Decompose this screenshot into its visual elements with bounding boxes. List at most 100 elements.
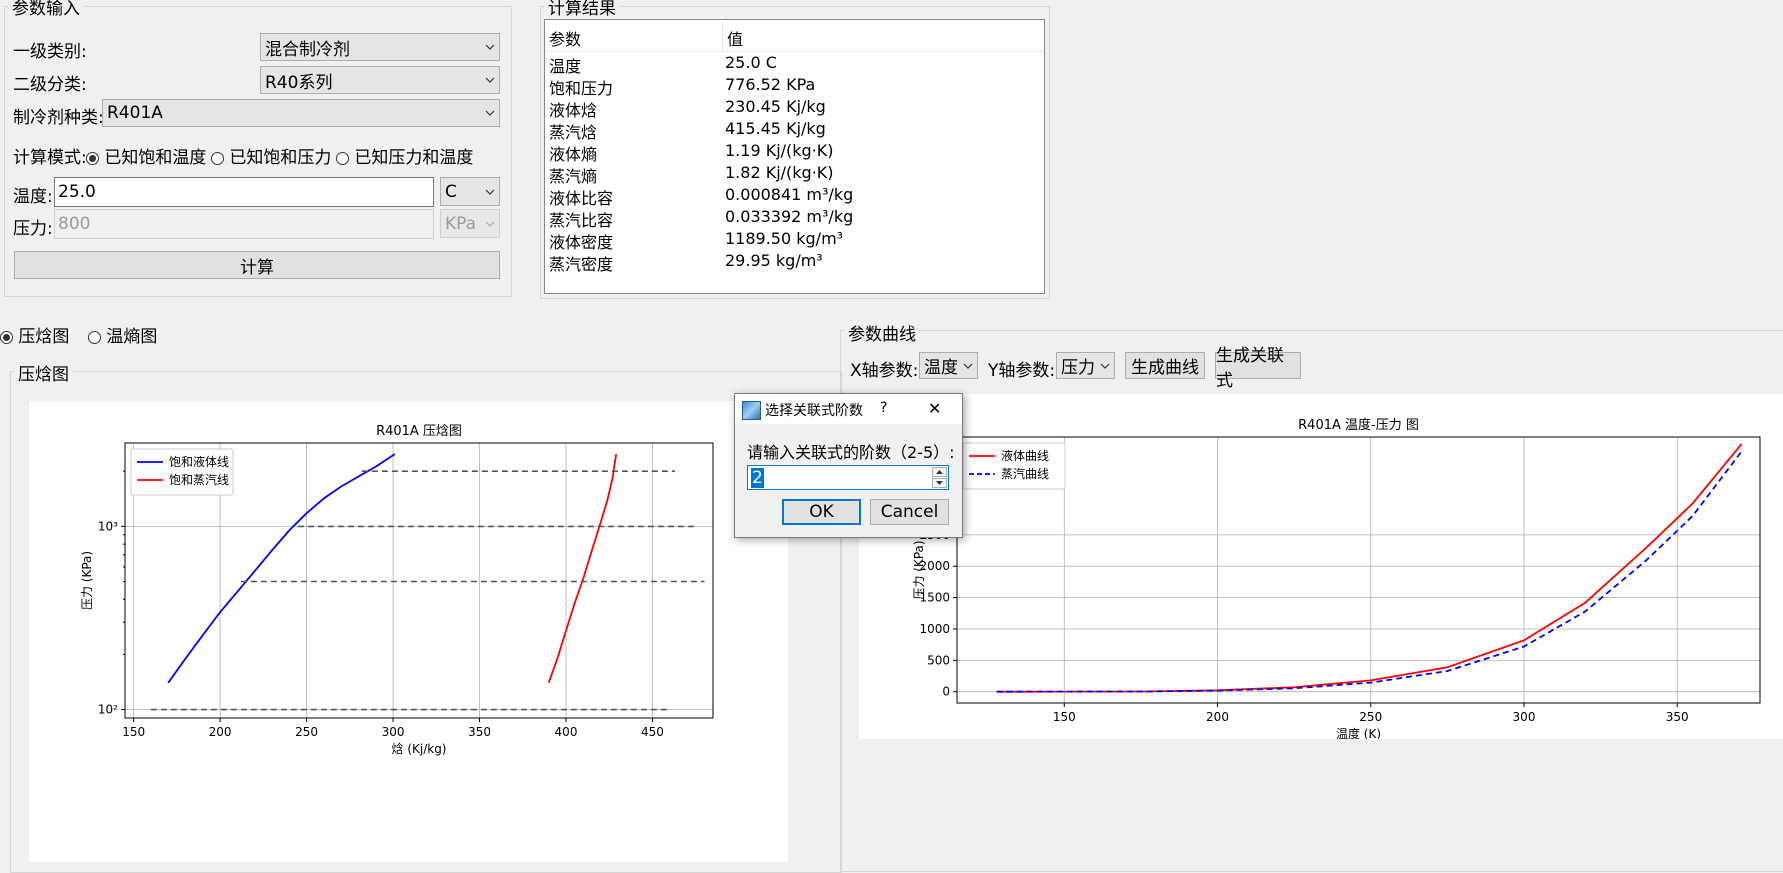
order-value: 2 xyxy=(751,467,764,488)
dialog-prompt: 请输入关联式的阶数（2-5）: xyxy=(747,443,955,462)
order-spinbox[interactable]: 2 xyxy=(747,465,949,490)
plot-frame xyxy=(956,436,1761,704)
result-param-cell: 蒸汽焓 xyxy=(549,123,598,142)
result-param-cell: 液体密度 xyxy=(549,233,614,252)
chevron-down-icon xyxy=(481,100,499,126)
x-tick-label: 400 xyxy=(555,725,578,739)
cancel-button[interactable]: Cancel xyxy=(870,499,949,525)
diagram-radio-ts[interactable]: 温熵图 xyxy=(88,322,157,347)
ok-button[interactable]: OK xyxy=(782,499,861,525)
chevron-down-icon xyxy=(481,67,499,93)
temp-label: 温度: xyxy=(13,187,53,207)
x-tick-label: 200 xyxy=(209,725,232,739)
category1-select[interactable]: 混合制冷剂 xyxy=(260,33,500,61)
chart-title: R401A 温度-压力 图 xyxy=(1298,417,1419,433)
x-tick-label: 350 xyxy=(1666,710,1689,724)
app-icon xyxy=(742,401,761,420)
result-param-cell: 液体比容 xyxy=(549,189,614,208)
generate-correlation-button[interactable]: 生成关联式 xyxy=(1215,346,1301,391)
category2-select[interactable]: R40系列 xyxy=(260,66,500,94)
x-tick-label: 200 xyxy=(1206,710,1229,724)
legend-label: 饱和液体线 xyxy=(169,454,229,469)
result-value-cell: 29.95 kg/m³ xyxy=(725,251,823,270)
mode-radio-sat-pressure[interactable]: 已知饱和压力 xyxy=(211,143,331,168)
x-axis-select[interactable]: 温度 xyxy=(919,352,978,379)
radio-checked-icon xyxy=(86,151,99,165)
result-param-cell: 蒸汽熵 xyxy=(549,167,598,186)
spin-up-icon[interactable] xyxy=(932,467,947,477)
order-dialog: 选择关联式阶数 ? ✕ 请输入关联式的阶数（2-5）: 2 OK Cancel xyxy=(734,393,963,538)
series-line xyxy=(996,450,1743,693)
close-icon[interactable]: ✕ xyxy=(928,399,941,418)
series-line xyxy=(547,453,618,684)
y-tick-label: 1000 xyxy=(919,622,950,636)
tp-chart: 15020025030035005001000150020002500R401A… xyxy=(859,394,1783,741)
header-line xyxy=(545,51,1044,52)
x-axis-title: 温度 (K) xyxy=(1336,726,1381,739)
series-line xyxy=(996,443,1743,693)
mode-radio-pressure-temp[interactable]: 已知压力和温度 xyxy=(336,143,473,168)
chevron-down-icon xyxy=(481,210,499,237)
pressure-unit-select[interactable]: KPa xyxy=(440,209,500,238)
mode-label-sat-temp: 已知饱和温度 xyxy=(104,148,207,168)
y-axis-title: 压力 (KPa) xyxy=(80,551,94,610)
legend: 饱和液体线饱和蒸汽线 xyxy=(130,448,234,496)
calculate-button[interactable]: 计算 xyxy=(14,251,500,279)
header-param: 参数 xyxy=(549,30,582,49)
category1-label: 一级类别: xyxy=(13,42,87,62)
mode-radio-sat-temp[interactable]: 已知饱和温度 xyxy=(86,143,206,168)
y-tick-label: 0 xyxy=(942,685,950,699)
result-param-cell: 蒸汽密度 xyxy=(549,255,614,274)
diagram-label-ph: 压焓图 xyxy=(18,327,70,347)
y-tick-label: 10³ xyxy=(98,519,118,533)
result-value-cell: 1189.50 kg/m³ xyxy=(725,229,844,248)
legend: 液体曲线蒸汽曲线 xyxy=(962,442,1066,490)
y-axis-select[interactable]: 压力 xyxy=(1056,352,1115,379)
spin-down-icon[interactable] xyxy=(932,478,947,488)
radio-unchecked-icon xyxy=(336,151,349,165)
radio-unchecked-icon xyxy=(211,151,224,165)
ph-panel-title: 压焓图 xyxy=(14,360,73,385)
input-panel-title: 参数输入 xyxy=(8,0,84,19)
legend-label: 液体曲线 xyxy=(1001,448,1049,463)
x-tick-label: 350 xyxy=(468,725,491,739)
legend-label: 饱和蒸汽线 xyxy=(169,472,229,487)
y-axis-label: Y轴参数: xyxy=(988,361,1056,381)
result-value-cell: 0.033392 m³/kg xyxy=(725,207,854,226)
x-axis-title: 焓 (Kj/kg) xyxy=(392,741,447,756)
help-button[interactable]: ? xyxy=(880,400,887,416)
result-value-cell: 415.45 Kj/kg xyxy=(725,119,826,138)
temp-unit-select[interactable]: C xyxy=(440,177,500,206)
header-value: 值 xyxy=(727,30,744,49)
chevron-down-icon xyxy=(481,34,499,60)
chevron-down-icon xyxy=(481,178,499,205)
result-param-cell: 蒸汽比容 xyxy=(549,211,614,230)
diagram-radio-ph[interactable]: 压焓图 xyxy=(0,322,69,347)
generate-curve-button[interactable]: 生成曲线 xyxy=(1125,352,1205,379)
result-param-cell: 饱和压力 xyxy=(549,79,614,98)
refrigerant-label: 制冷剂种类: xyxy=(13,108,104,128)
temp-input[interactable]: 25.0 xyxy=(54,177,434,207)
x-tick-label: 300 xyxy=(382,725,405,739)
x-tick-label: 150 xyxy=(122,725,145,739)
mode-label-sat-pressure: 已知饱和压力 xyxy=(229,148,332,168)
result-value-cell: 25.0 C xyxy=(725,53,777,72)
pressure-input[interactable]: 800 xyxy=(54,209,434,239)
temp-unit-value: C xyxy=(445,181,457,202)
y-tick-label: 500 xyxy=(927,653,950,667)
y-axis-title: 压力 (KPa) xyxy=(912,540,926,599)
dialog-title: 选择关联式阶数 xyxy=(765,403,863,419)
x-tick-label: 450 xyxy=(641,725,664,739)
radio-unchecked-icon xyxy=(88,330,101,344)
refrigerant-select[interactable]: R401A xyxy=(102,99,500,127)
pressure-unit-value: KPa xyxy=(445,213,477,234)
result-table[interactable]: 参数 值 温度 25.0 C 饱和压力 776.52 KPa 液体焓 230.45 Kj/… xyxy=(544,19,1045,294)
ph-chart: 150 200 250 300 350 400 450 10² 10³ R401A 压焓图焓 (K… xyxy=(29,401,788,862)
mode-label-pressure-temp: 已知压力和温度 xyxy=(354,148,474,168)
curve-panel-title: 参数曲线 xyxy=(844,320,920,345)
result-panel-title: 计算结果 xyxy=(544,0,620,19)
x-tick-label: 250 xyxy=(1359,710,1382,724)
mode-label: 计算模式: xyxy=(13,148,87,168)
category2-value: R40系列 xyxy=(265,72,333,93)
legend-label: 蒸汽曲线 xyxy=(1001,466,1049,481)
